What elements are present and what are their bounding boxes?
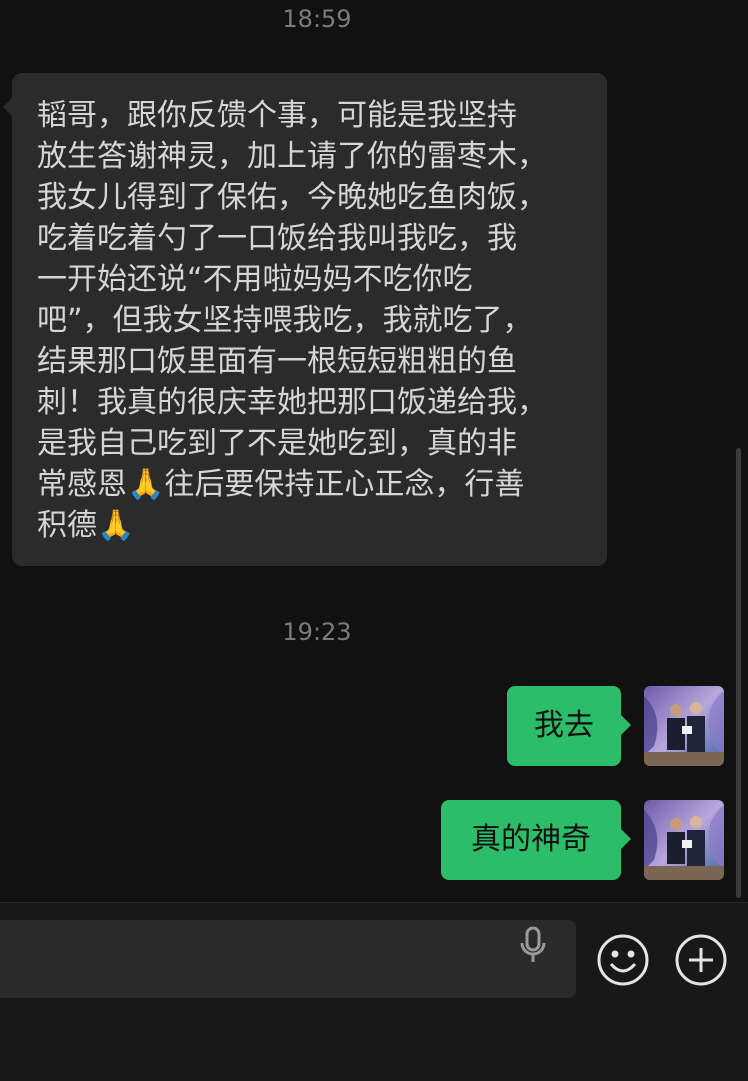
incoming-message-text: 韬哥，跟你反馈个事，可能是我坚持 放生答谢神灵，加上请了你的雷枣木， 我女儿得到… <box>37 95 587 546</box>
input-bar <box>0 902 748 1081</box>
message-line: 是我自己吃到了不是她吃到，真的非 <box>37 426 517 461</box>
timestamp: 18:59 <box>282 5 352 33</box>
avatar-photo <box>644 686 724 766</box>
message-line: 放生答谢神灵，加上请了你的雷枣木， <box>37 139 547 174</box>
message-line: 常感恩🙏往后要保持正心正念，行善 <box>37 467 525 502</box>
message-line: 我女儿得到了保佑，今晚她吃鱼肉饭， <box>37 180 547 215</box>
emoji-icon[interactable] <box>596 933 650 987</box>
message-line: 吃着吃着勺了一口饭给我叫我吃，我 <box>37 221 517 256</box>
avatar[interactable] <box>644 800 724 880</box>
timestamp: 19:23 <box>282 618 352 646</box>
message-line: 刺！我真的很庆幸她把那口饭递给我， <box>37 385 547 420</box>
message-line: 一开始还说“不用啦妈妈不吃你吃 <box>37 262 473 297</box>
incoming-message-bubble[interactable]: 韬哥，跟你反馈个事，可能是我坚持 放生答谢神灵，加上请了你的雷枣木， 我女儿得到… <box>3 73 607 566</box>
message-line: 积德🙏 <box>37 508 135 543</box>
mic-icon[interactable] <box>516 925 550 965</box>
message-line: 结果那口饭里面有一根短短粗粗的鱼 <box>37 344 517 379</box>
plus-icon[interactable] <box>674 933 728 987</box>
outgoing-message-bubble[interactable]: 真的神奇 <box>441 800 631 880</box>
outgoing-message-bubble[interactable]: 我去 <box>507 686 631 766</box>
message-line: 韬哥，跟你反馈个事，可能是我坚持 <box>37 98 517 133</box>
avatar[interactable] <box>644 686 724 766</box>
message-line: 吧”，但我女坚持喂我吃，我就吃了， <box>37 303 533 338</box>
message-input[interactable] <box>0 920 576 998</box>
avatar-photo <box>644 800 724 880</box>
scrollbar[interactable] <box>736 448 741 898</box>
